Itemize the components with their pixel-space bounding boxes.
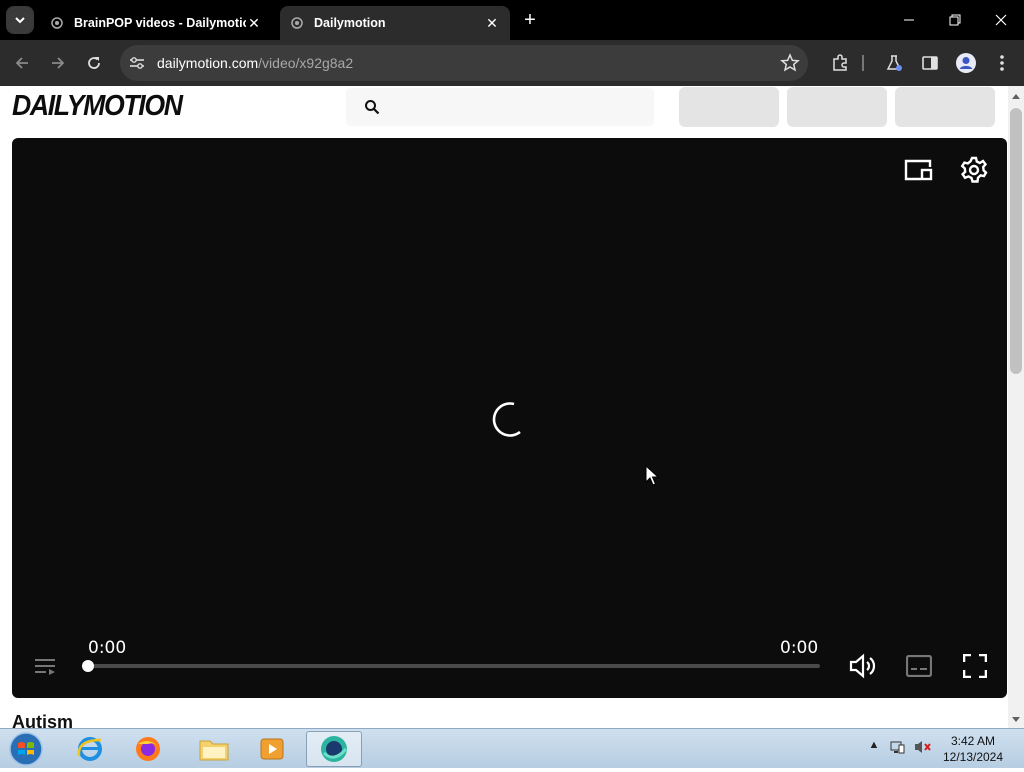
media-player-icon <box>260 738 284 760</box>
page-scrollbar[interactable] <box>1008 86 1024 728</box>
internet-explorer-icon <box>77 737 102 761</box>
flask-icon <box>886 55 902 71</box>
menu-button[interactable] <box>991 52 1013 74</box>
gear-icon <box>960 156 988 183</box>
fullscreen-button[interactable] <box>958 650 992 682</box>
minimize-button[interactable] <box>886 0 932 40</box>
tab-brainpop[interactable]: BrainPOP videos - Dailymotion ✕ <box>40 6 272 40</box>
fullscreen-icon <box>963 654 987 678</box>
side-panel-button[interactable] <box>919 52 941 74</box>
tab-title: BrainPOP videos - Dailymotion <box>74 16 246 30</box>
folder-icon <box>199 740 229 761</box>
profile-icon <box>956 53 976 73</box>
profile-button[interactable] <box>955 52 977 74</box>
restore-button[interactable] <box>932 0 978 40</box>
video-title-heading: Autism <box>12 712 74 728</box>
dailymotion-favicon <box>50 16 64 30</box>
dailymotion-favicon <box>290 16 304 30</box>
playlist-icon <box>35 659 55 675</box>
header-button-placeholder[interactable] <box>787 87 887 127</box>
arrow-left-icon <box>15 57 28 69</box>
settings-button[interactable] <box>958 154 990 186</box>
volume-muted-icon[interactable] <box>912 739 934 755</box>
windows-orb-icon <box>9 732 43 766</box>
taskbar: ▲ 3:42 AM 12/13/2024 <box>0 728 1024 768</box>
scrollbar-thumb[interactable] <box>1010 108 1022 374</box>
progress-bar[interactable] <box>82 660 820 672</box>
scroll-up-arrow-icon[interactable] <box>1008 88 1024 104</box>
clock-date: 12/13/2024 <box>942 750 1004 764</box>
extensions-button[interactable] <box>829 52 851 74</box>
taskbar-browser-app[interactable] <box>306 731 362 767</box>
duration-time: 0:00 <box>780 638 819 658</box>
firefox-icon <box>136 737 160 761</box>
chevron-down-icon <box>15 17 25 24</box>
mouse-cursor-icon <box>645 465 659 486</box>
volume-button[interactable] <box>846 650 880 682</box>
close-window-button[interactable] <box>978 0 1024 40</box>
taskbar-internet-explorer[interactable] <box>62 731 118 767</box>
current-time: 0:00 <box>88 638 127 658</box>
site-logo[interactable]: DAILYMOTION <box>12 90 183 123</box>
side-panel-icon <box>922 56 938 70</box>
taskbar-file-explorer[interactable] <box>186 731 242 767</box>
taskbar-media-player[interactable] <box>244 731 300 767</box>
tune-icon[interactable] <box>128 54 146 72</box>
taskbar-clock[interactable]: 3:42 AM 12/13/2024 <box>940 733 1006 765</box>
back-button[interactable] <box>8 49 36 77</box>
address-bar[interactable]: dailymotion.com/video/x92g8a2 <box>120 45 808 81</box>
browser-app-icon <box>321 736 348 762</box>
puzzle-icon <box>833 54 847 71</box>
labs-button[interactable] <box>883 52 905 74</box>
header-button-placeholder[interactable] <box>895 87 995 127</box>
scroll-down-arrow-icon[interactable] <box>1008 712 1024 728</box>
tab-close-button[interactable]: ✕ <box>484 15 500 31</box>
forward-button[interactable] <box>44 49 72 77</box>
reload-button[interactable] <box>80 49 108 77</box>
new-tab-button[interactable]: + <box>518 8 542 32</box>
url-text: dailymotion.com/video/x92g8a2 <box>157 55 353 71</box>
toolbar-divider <box>862 55 864 71</box>
browser-toolbar: dailymotion.com/video/x92g8a2 <box>0 40 1024 86</box>
cast-button[interactable] <box>902 156 934 184</box>
web-page: DAILYMOTION 0:00 0:00 Autism <box>0 86 1008 728</box>
star-icon[interactable] <box>780 53 800 73</box>
volume-icon <box>849 653 876 679</box>
playlist-button[interactable] <box>32 654 58 680</box>
subtitles-button[interactable] <box>902 650 936 682</box>
search-icon <box>365 100 380 115</box>
tab-search-button[interactable] <box>6 6 34 34</box>
show-hidden-icons-button[interactable]: ▲ <box>868 739 880 751</box>
taskbar-firefox[interactable] <box>120 731 176 767</box>
tab-dailymotion[interactable]: Dailymotion ✕ <box>280 6 510 40</box>
subtitles-icon <box>906 655 932 677</box>
url-path: /video/x92g8a2 <box>258 55 354 71</box>
header-button-placeholder[interactable] <box>679 87 779 127</box>
browser-titlebar: BrainPOP videos - Dailymotion ✕ Dailymot… <box>0 0 1024 40</box>
kebab-menu-icon <box>1000 55 1004 71</box>
reload-icon <box>88 57 100 69</box>
search-input[interactable] <box>346 88 654 126</box>
network-icon[interactable] <box>888 739 906 755</box>
start-button[interactable] <box>6 731 46 767</box>
url-host: dailymotion.com <box>157 55 259 71</box>
clock-time: 3:42 AM <box>950 734 996 748</box>
video-player[interactable]: 0:00 0:00 <box>12 138 1007 698</box>
tab-title: Dailymotion <box>314 16 386 30</box>
tab-close-button[interactable]: ✕ <box>246 15 262 31</box>
loading-spinner-icon <box>492 402 521 437</box>
progress-handle[interactable] <box>82 660 94 672</box>
arrow-right-icon <box>52 57 65 69</box>
cast-icon <box>904 159 933 181</box>
